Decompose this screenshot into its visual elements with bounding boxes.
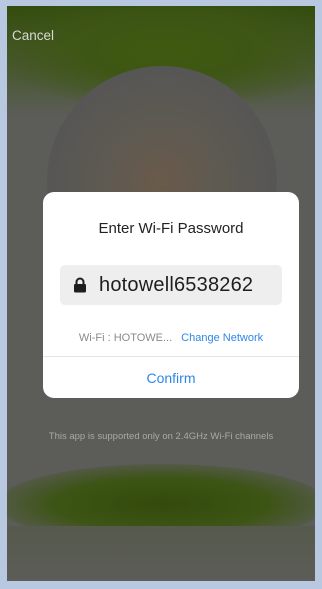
password-value: hotowell6538262 [99, 273, 254, 296]
wifi-password-dialog: Enter Wi-Fi Password hotowell6538262 Wi-… [43, 192, 299, 398]
password-input[interactable]: hotowell6538262 [60, 265, 282, 305]
cancel-button[interactable]: Cancel [12, 28, 54, 43]
lock-icon [74, 277, 86, 293]
supported-channels-note: This app is supported only on 2.4GHz Wi-… [48, 431, 274, 442]
app-screen: Cancel Enter Wi-Fi Password hotowell6538… [7, 6, 315, 581]
confirm-button[interactable]: Confirm [43, 357, 299, 398]
wifi-network-name: Wi-Fi : HOTOWE... [78, 332, 173, 344]
change-network-link[interactable]: Change Network [181, 332, 263, 344]
background-bottom [7, 526, 315, 581]
dialog-title: Enter Wi-Fi Password [98, 220, 244, 237]
wifi-network-row: Wi-Fi : HOTOWE... Change Network [43, 332, 299, 344]
